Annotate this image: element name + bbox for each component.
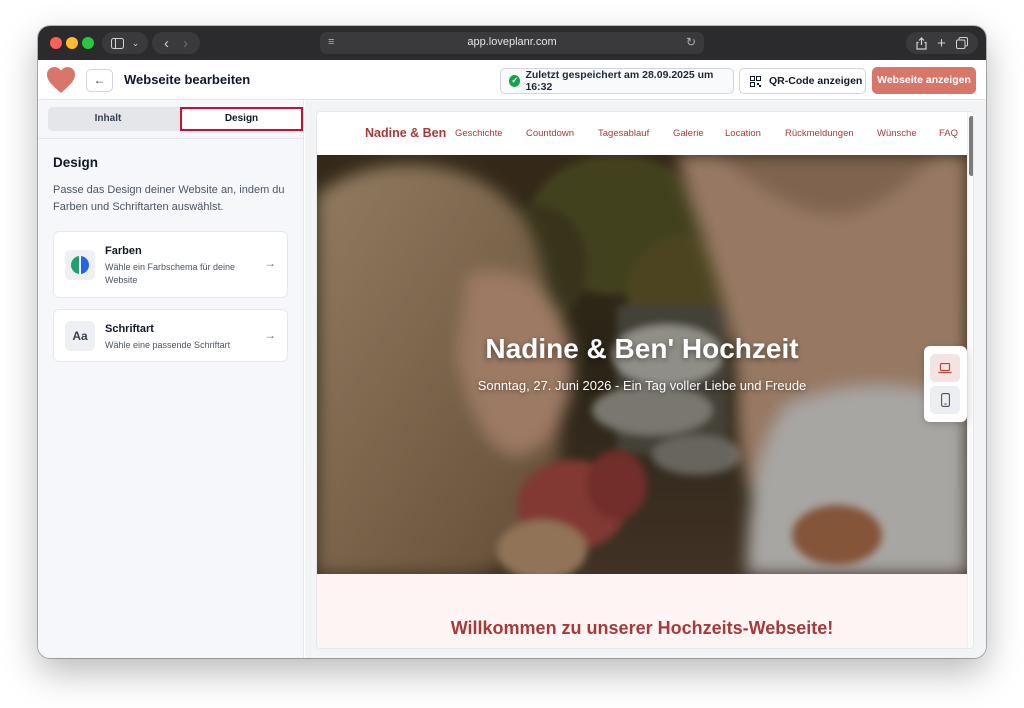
address-text: app.loveplanr.com <box>467 36 557 48</box>
qr-button-label: QR-Code anzeigen <box>769 75 863 87</box>
close-window-button[interactable] <box>50 37 62 49</box>
editor-tabs: Inhalt Design <box>48 107 303 131</box>
qr-code-button[interactable]: QR-Code anzeigen <box>739 68 866 94</box>
nav-link-galerie[interactable]: Galerie <box>673 128 704 139</box>
colors-card[interactable]: Farben Wähle ein Farbschema für deine We… <box>53 231 288 298</box>
zoom-window-button[interactable] <box>82 37 94 49</box>
section-title: Design <box>53 155 99 170</box>
arrow-left-icon: ← <box>93 73 106 87</box>
heart-logo-icon[interactable] <box>46 66 76 94</box>
hero-section: Nadine & Ben' Hochzeit Sonntag, 27. Juni… <box>317 155 967 574</box>
forward-icon[interactable]: › <box>183 35 188 52</box>
nav-link-geschichte[interactable]: Geschichte <box>455 128 503 139</box>
device-toggle <box>924 346 967 422</box>
website-preview-area: Nadine & Ben Geschichte Countdown Tagesa… <box>305 100 986 658</box>
history-nav: ‹ › <box>152 32 200 54</box>
font-icon: Aa <box>65 321 95 351</box>
browser-window: ⌄ ‹ › ≡ app.loveplanr.com ↻ + ← Webseite… <box>38 26 986 658</box>
font-card[interactable]: Aa Schriftart Wähle eine passende Schrif… <box>53 309 288 362</box>
desktop-view-button[interactable] <box>930 354 960 382</box>
section-description: Passe das Design deiner Website an, inde… <box>53 184 285 213</box>
font-card-subtitle: Wähle eine passende Schriftart <box>105 340 231 350</box>
reload-icon[interactable]: ↻ <box>686 35 696 49</box>
editor-sidebar: Inhalt Design Design Passe das Design de… <box>38 100 304 658</box>
check-icon: ✓ <box>509 75 521 87</box>
colors-card-subtitle: Wähle ein Farbschema für deine Website <box>105 262 236 285</box>
address-bar[interactable]: ≡ app.loveplanr.com ↻ <box>320 32 704 54</box>
nav-link-tagesablauf[interactable]: Tagesablauf <box>598 128 649 139</box>
minimize-window-button[interactable] <box>66 37 78 49</box>
welcome-section: Willkommen zu unserer Hochzeits-Webseite… <box>317 574 967 648</box>
hero-title: Nadine & Ben' Hochzeit <box>485 333 799 364</box>
save-status-badge: ✓ Zuletzt gespeichert am 28.09.2025 um 1… <box>500 68 734 94</box>
tab-content[interactable]: Inhalt <box>48 107 168 131</box>
nav-link-countdown[interactable]: Countdown <box>526 128 574 139</box>
preview-scrollbar[interactable] <box>967 112 973 648</box>
laptop-icon <box>938 362 952 373</box>
toolbar-actions: + <box>906 32 978 54</box>
tab-overview-icon[interactable] <box>955 37 968 49</box>
font-card-title: Schriftart <box>105 323 154 335</box>
tab-design[interactable]: Design <box>180 107 303 131</box>
arrow-right-icon: → <box>264 328 276 342</box>
preview-scrollbar-thumb[interactable] <box>969 116 973 176</box>
nav-link-wuensche[interactable]: Wünsche <box>877 128 917 139</box>
page-title: Webseite bearbeiten <box>124 72 251 87</box>
nav-link-faq[interactable]: FAQ <box>939 128 958 139</box>
nav-link-rueckmeldungen[interactable]: Rückmeldungen <box>785 128 854 139</box>
browser-toolbar: ⌄ ‹ › ≡ app.loveplanr.com ↻ + <box>38 26 986 60</box>
share-icon[interactable] <box>916 36 927 50</box>
arrow-right-icon: → <box>264 256 276 270</box>
app-header: ← Webseite bearbeiten ✓ Zuletzt gespeich… <box>38 60 986 100</box>
divider <box>38 138 304 139</box>
back-icon[interactable]: ‹ <box>164 35 169 52</box>
save-status-text: Zuletzt gespeichert am 28.09.2025 um 16:… <box>525 69 714 93</box>
site-navigation: Nadine & Ben Geschichte Countdown Tagesa… <box>317 112 967 155</box>
welcome-title: Willkommen zu unserer Hochzeits-Webseite… <box>450 618 834 638</box>
qr-code-icon <box>750 75 761 87</box>
mobile-view-button[interactable] <box>930 386 960 414</box>
colors-card-title: Farben <box>105 245 142 257</box>
new-tab-icon[interactable]: + <box>937 35 946 52</box>
sidebar-icon <box>110 37 124 49</box>
chevron-down-icon[interactable]: ⌄ <box>132 38 140 49</box>
view-website-button[interactable]: Webseite anzeigen <box>872 67 976 94</box>
phone-icon <box>940 393 950 407</box>
nav-link-location[interactable]: Location <box>725 128 761 139</box>
hero-subtitle: Sonntag, 27. Juni 2026 - Ein Tag voller … <box>477 378 807 393</box>
site-brand[interactable]: Nadine & Ben <box>365 126 446 140</box>
back-button[interactable]: ← <box>86 69 113 92</box>
palette-icon <box>65 250 95 280</box>
sidebar-toggle-button[interactable]: ⌄ <box>102 32 148 54</box>
website-preview[interactable]: Nadine & Ben Geschichte Countdown Tagesa… <box>316 111 974 649</box>
